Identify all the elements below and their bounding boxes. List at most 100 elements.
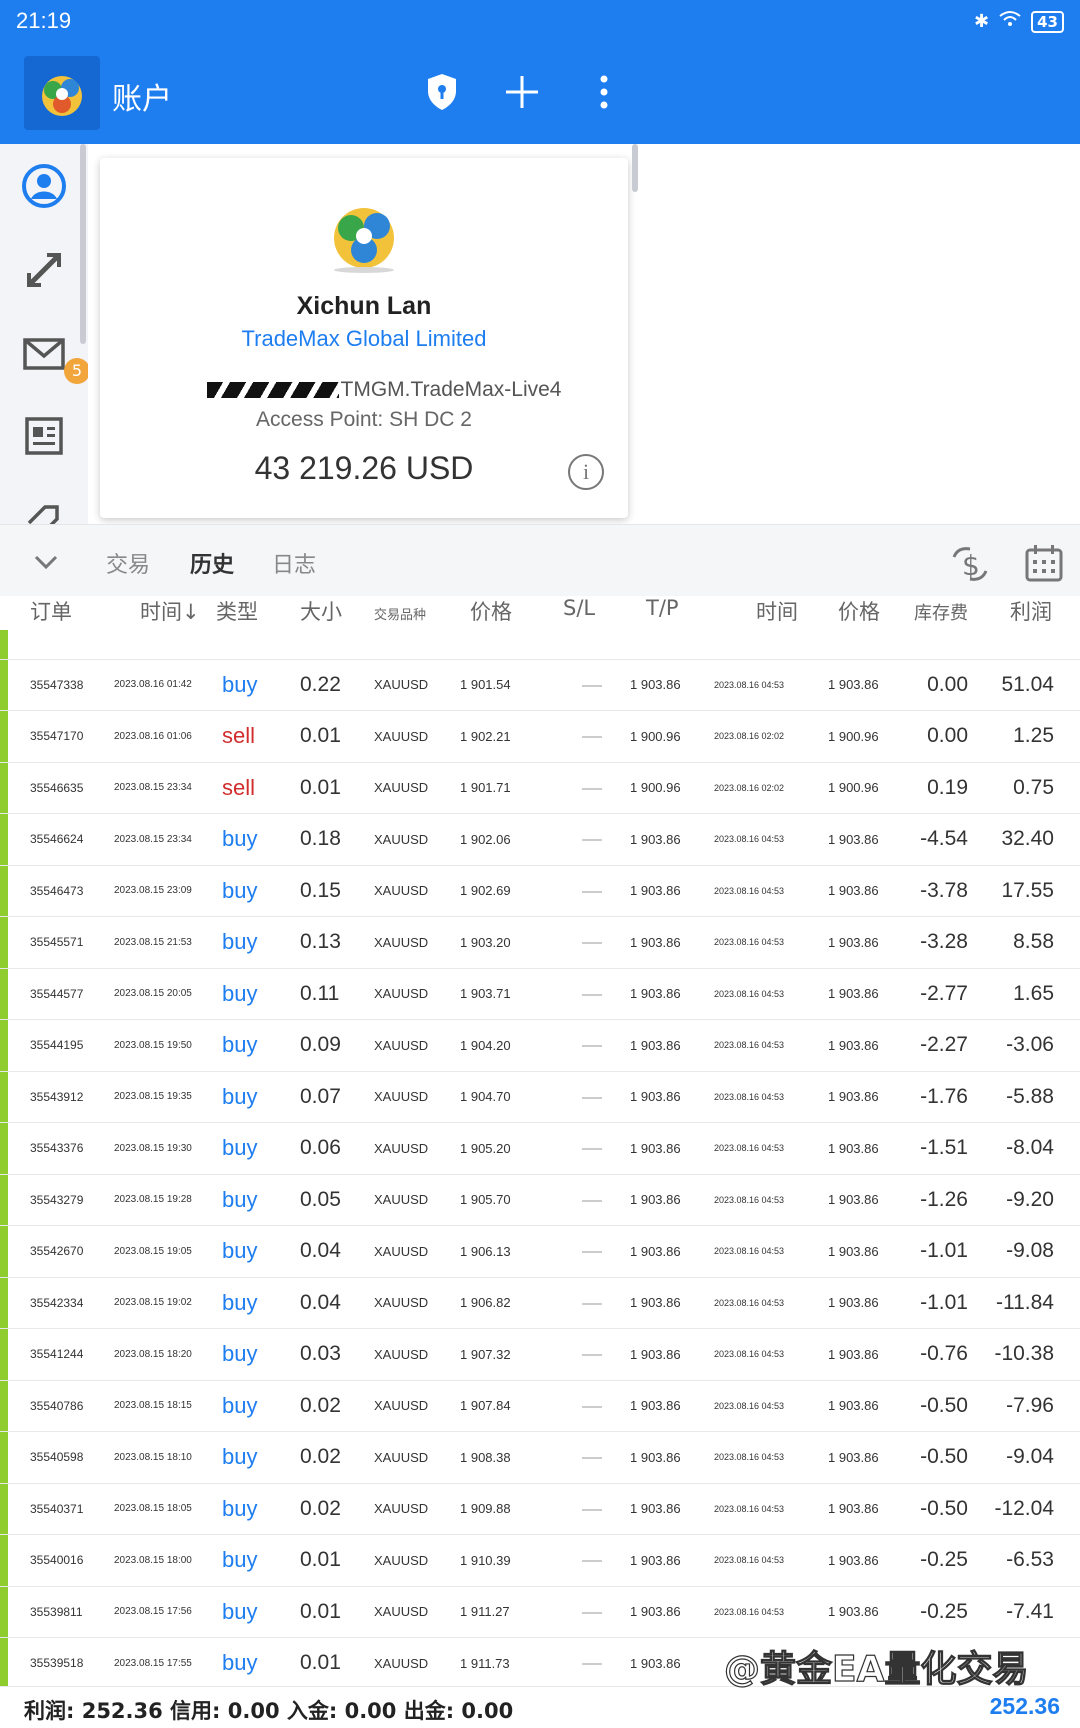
tab-trade[interactable]: 交易 (106, 547, 150, 579)
profit-cell: -6.53 (1006, 1548, 1054, 1572)
redacted-account-number (206, 382, 339, 399)
order-cell: 35542670 (30, 1244, 84, 1259)
more-vert-icon (600, 75, 608, 109)
more-menu-button[interactable] (580, 68, 628, 116)
bluetooth-icon: ✱ (974, 11, 990, 32)
symbol-cell: XAUUSD (374, 1140, 429, 1156)
total-profit: 252.36 (989, 1693, 1060, 1719)
table-row[interactable]: 35540371 2023.08.15 18:05 buy 0.02 XAUUSD 1 9… (0, 1483, 1080, 1535)
col-tp[interactable]: T/P (646, 596, 679, 620)
row-marker (0, 1432, 8, 1483)
table-row[interactable]: 35540786 2023.08.15 18:15 buy 0.02 XAUUSD 1 9… (0, 1380, 1080, 1432)
swap-cell: -4.54 (920, 827, 968, 851)
swap-cell: -3.78 (920, 878, 968, 902)
table-row[interactable]: 35540598 2023.08.15 18:10 buy 0.02 XAUUSD 1 9… (0, 1432, 1080, 1484)
order-cell: 35539518 (30, 1656, 84, 1671)
mailbox-nav-item[interactable]: 5 (16, 326, 88, 384)
tp-cell: 1 903.86 (630, 1243, 681, 1259)
card-scrollbar[interactable] (632, 144, 638, 192)
table-row[interactable]: 35540016 2023.08.15 18:00 buy 0.01 XAUUSD 1 9… (0, 1535, 1080, 1587)
table-row[interactable]: 35545571 2023.08.15 21:53 buy 0.13 XAUUSD 1 9… (0, 917, 1080, 969)
sl-empty-dash (582, 839, 602, 841)
shield-icon[interactable] (418, 68, 466, 116)
table-row[interactable]: 35539811 2023.08.15 17:56 buy 0.01 XAUUSD 1 9… (0, 1586, 1080, 1638)
tab-history[interactable]: 历史 (190, 547, 234, 579)
table-row[interactable]: 35543912 2023.08.15 19:35 buy 0.07 XAUUSD 1 9… (0, 1071, 1080, 1123)
type-cell: buy (222, 1238, 258, 1264)
open-price-cell: 1 909.88 (460, 1501, 511, 1517)
account-card[interactable]: Xichun Lan TradeMax Global Limited TMGM.… (100, 158, 628, 518)
table-row[interactable]: 35542670 2023.08.15 19:05 buy 0.04 XAUUSD 1 9… (0, 1226, 1080, 1278)
table-row[interactable]: 35541244 2023.08.15 18:20 buy 0.03 XAUUSD 1 9… (0, 1329, 1080, 1381)
table-row[interactable]: 35542334 2023.08.15 19:02 buy 0.04 XAUUSD 1 9… (0, 1277, 1080, 1329)
type-cell: buy (222, 1341, 258, 1367)
col-close-time[interactable]: 时间 (756, 596, 798, 626)
col-swap[interactable]: 库存费 (914, 599, 968, 625)
open-price-cell: 1 903.20 (460, 934, 511, 950)
open-time-cell: 2023.08.15 18:15 (114, 1400, 192, 1412)
open-time-cell: 2023.08.15 23:09 (114, 885, 192, 897)
profit-cell: 32.40 (1001, 827, 1054, 851)
tag-icon (27, 505, 59, 524)
order-cell: 35547338 (30, 677, 84, 692)
table-row-partial[interactable] (0, 630, 1080, 660)
close-price-cell: 1 903.86 (828, 1243, 879, 1259)
table-row[interactable]: 35544195 2023.08.15 19:50 buy 0.09 XAUUSD 1 9… (0, 1020, 1080, 1072)
sl-empty-dash (582, 1560, 602, 1562)
table-row[interactable]: 35546624 2023.08.15 23:34 buy 0.18 XAUUSD 1 9… (0, 814, 1080, 866)
order-cell: 35540786 (30, 1398, 84, 1413)
col-volume[interactable]: 大小 (300, 596, 342, 626)
row-marker (0, 1380, 8, 1431)
trade-arrows-icon (27, 253, 61, 287)
currency-report-button[interactable]: $ (950, 545, 990, 587)
swap-cell: -3.28 (920, 930, 968, 954)
order-cell: 35543912 (30, 1089, 84, 1104)
open-time-cell: 2023.08.15 18:00 (114, 1554, 192, 1566)
col-profit[interactable]: 利润 (1010, 596, 1052, 626)
tp-cell: 1 903.86 (630, 934, 681, 950)
metatrader-logo (24, 56, 100, 130)
more-nav-item[interactable] (16, 486, 72, 524)
tp-cell: 1 903.86 (630, 1501, 681, 1517)
table-row[interactable]: 35546635 2023.08.15 23:34 sell 0.01 XAUUSD 1 … (0, 762, 1080, 814)
swap-cell: -0.50 (920, 1496, 968, 1520)
row-marker (0, 711, 8, 762)
col-price[interactable]: 价格 (470, 596, 512, 626)
info-icon[interactable]: i (568, 454, 604, 490)
col-type[interactable]: 类型 (216, 596, 258, 626)
volume-cell: 0.02 (300, 1445, 341, 1469)
news-nav-item[interactable] (16, 408, 72, 464)
volume-cell: 0.05 (300, 1187, 341, 1211)
close-price-cell: 1 903.86 (828, 1501, 879, 1517)
profit-cell: -7.96 (1006, 1393, 1054, 1417)
col-time[interactable]: 时间↓ (140, 596, 200, 626)
tab-journal[interactable]: 日志 (272, 547, 316, 579)
volume-cell: 0.18 (300, 827, 341, 851)
trade-nav-item[interactable] (16, 242, 72, 298)
col-close-price[interactable]: 价格 (838, 596, 880, 626)
open-price-cell: 1 906.82 (460, 1295, 511, 1311)
table-row[interactable]: 35547338 2023.08.16 01:42 buy 0.22 XAUUSD 1 9… (0, 659, 1080, 711)
table-row[interactable]: 35547170 2023.08.16 01:06 sell 0.01 XAUUSD 1 … (0, 711, 1080, 763)
close-time-cell: 2023.08.16 04:53 (714, 1246, 785, 1257)
col-order[interactable]: 订单 (30, 596, 72, 626)
calendar-button[interactable] (1024, 543, 1064, 587)
open-time-cell: 2023.08.15 19:35 (114, 1091, 192, 1103)
swap-cell: -0.25 (920, 1548, 968, 1572)
sl-empty-dash (582, 1148, 602, 1150)
table-row[interactable]: 35543376 2023.08.15 19:30 buy 0.06 XAUUSD 1 9… (0, 1123, 1080, 1175)
sl-empty-dash (582, 1663, 602, 1665)
sl-empty-dash (582, 993, 602, 996)
add-account-button[interactable] (498, 68, 546, 116)
row-marker (0, 1174, 8, 1225)
col-sl[interactable]: S/L (563, 596, 595, 620)
row-marker (0, 968, 8, 1019)
open-price-cell: 1 902.21 (460, 728, 511, 744)
collapse-button[interactable] (28, 543, 64, 579)
table-row[interactable]: 35544577 2023.08.15 20:05 buy 0.11 XAUUSD 1 9… (0, 968, 1080, 1020)
side-nav-scrollbar[interactable] (80, 144, 86, 344)
col-symbol[interactable]: 交易品种 (374, 604, 426, 623)
accounts-nav-item[interactable] (16, 158, 72, 214)
table-row[interactable]: 35543279 2023.08.15 19:28 buy 0.05 XAUUSD 1 9… (0, 1174, 1080, 1226)
table-row[interactable]: 35546473 2023.08.15 23:09 buy 0.15 XAUUSD 1 9… (0, 865, 1080, 917)
